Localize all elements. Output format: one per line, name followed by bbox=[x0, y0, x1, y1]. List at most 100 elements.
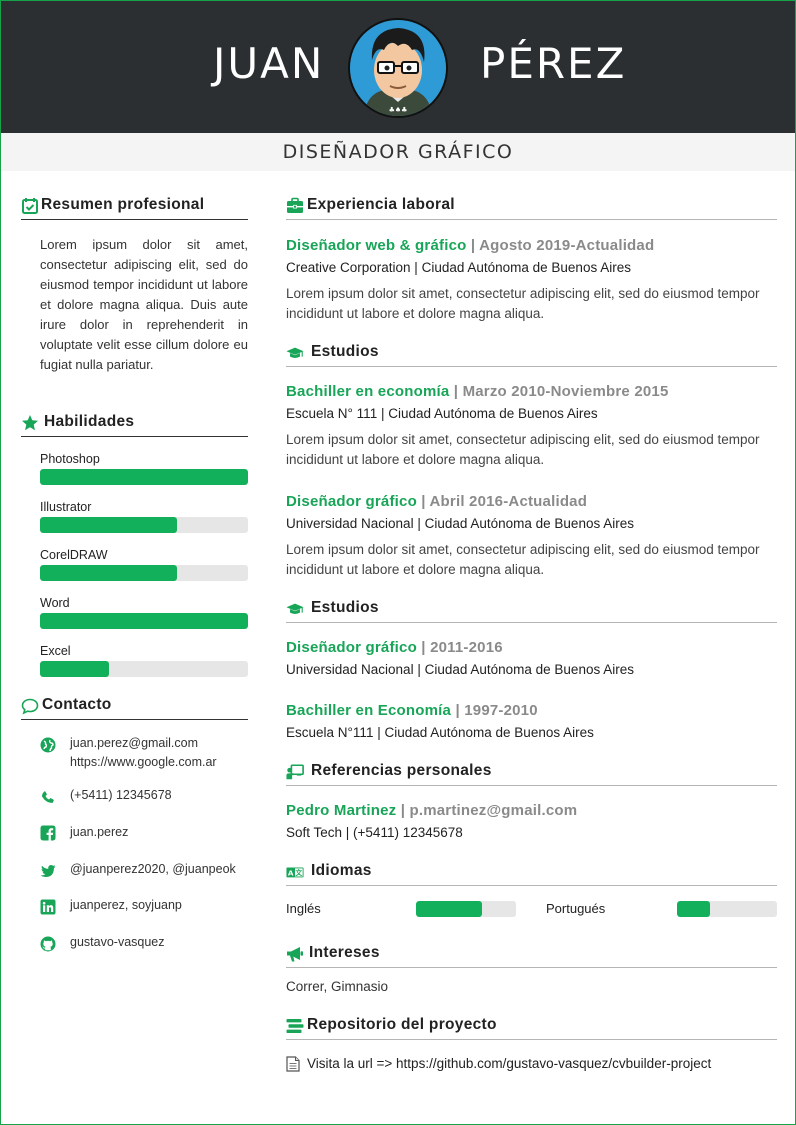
skill-bar-fill bbox=[40, 565, 178, 581]
avatar: ♣♠♣ bbox=[348, 18, 448, 118]
chalkboard-teacher-icon bbox=[286, 764, 304, 780]
entry-date: 2011-2016 bbox=[430, 639, 503, 656]
contact-facebook: juan.perez bbox=[40, 823, 260, 843]
entry-description: Lorem ipsum dolor sit amet, consectetur … bbox=[286, 286, 760, 321]
stream-icon bbox=[286, 1019, 304, 1033]
section-contact: Contacto bbox=[21, 696, 248, 720]
skill-bar bbox=[40, 517, 248, 533]
contact-linkedin-text[interactable]: juanperez, soyjuanp bbox=[70, 896, 182, 915]
job-title-bar: DISEÑADOR GRÁFICO bbox=[1, 133, 795, 171]
section-references: Referencias personales bbox=[286, 762, 777, 786]
section-summary: Resumen profesional bbox=[21, 196, 248, 220]
skill-name: Illustrator bbox=[40, 500, 92, 514]
section-studies: Estudios bbox=[286, 599, 777, 623]
language-icon: A 文 bbox=[286, 867, 304, 877]
svg-text:A: A bbox=[288, 868, 294, 877]
entry-role: Diseñador gráfico bbox=[286, 493, 417, 510]
language-bar-fill bbox=[416, 901, 482, 917]
calendar-check-icon bbox=[22, 198, 38, 214]
svg-text:♣♠♣: ♣♠♣ bbox=[389, 106, 408, 114]
entry-date: Agosto 2019-Actualidad bbox=[479, 237, 655, 254]
language-bar-fill bbox=[677, 901, 710, 917]
resume-page: JUAN ♣♠♣ PÉREZ DISEÑADOR GRÁFICO Resumen… bbox=[0, 0, 796, 1125]
contact-facebook-text[interactable]: juan.perez bbox=[70, 823, 128, 842]
skill-bar-fill bbox=[40, 517, 178, 533]
repository-link[interactable]: Visita la url => https://github.com/gust… bbox=[307, 1056, 711, 1071]
contact-twitter-text[interactable]: @juanperez2020, @juanpeok bbox=[70, 860, 236, 879]
language-name: Portugués bbox=[546, 901, 606, 916]
section-repository: Repositorio del proyecto bbox=[286, 1016, 777, 1040]
skill-name: Word bbox=[40, 596, 70, 610]
entry-role: Diseñador gráfico bbox=[286, 639, 417, 656]
summary-text: Lorem ipsum dolor sit amet, consectetur … bbox=[40, 237, 248, 372]
entry-date: Marzo 2010-Noviembre 2015 bbox=[462, 383, 669, 400]
contact-website[interactable]: https://www.google.com.ar bbox=[70, 753, 217, 772]
study-entry-title: Bachiller en Economía | 1997-2010 bbox=[286, 702, 538, 719]
skill-bar bbox=[40, 661, 248, 677]
skill-bar bbox=[40, 565, 248, 581]
contact-web: juan.perez@gmail.com https://www.google.… bbox=[40, 734, 260, 774]
job-title: DISEÑADOR GRÁFICO bbox=[282, 141, 514, 163]
entry-place: Universidad Nacional | Ciudad Autónoma d… bbox=[286, 662, 634, 677]
section-experience: Experiencia laboral bbox=[286, 196, 777, 220]
section-title: Intereses bbox=[309, 944, 380, 961]
skill-item: Word bbox=[40, 596, 248, 629]
contact-github-text[interactable]: gustavo-vasquez bbox=[70, 933, 165, 952]
contact-github: gustavo-vasquez bbox=[40, 933, 260, 953]
globe-icon bbox=[40, 737, 56, 753]
linkedin-icon bbox=[40, 899, 56, 915]
section-title: Idiomas bbox=[311, 862, 372, 879]
entry-place: Universidad Nacional | Ciudad Autónoma d… bbox=[286, 516, 634, 531]
resume-header: JUAN ♣♠♣ PÉREZ bbox=[1, 1, 795, 133]
bullhorn-icon bbox=[287, 947, 303, 962]
skill-item: CorelDRAW bbox=[40, 548, 248, 581]
first-name: JUAN bbox=[213, 39, 325, 88]
entry-description: Lorem ipsum dolor sit amet, consectetur … bbox=[286, 432, 760, 467]
entry-role: Bachiller en Economía bbox=[286, 702, 452, 719]
section-title: Contacto bbox=[42, 696, 112, 713]
skill-name: Excel bbox=[40, 644, 71, 658]
star-icon bbox=[22, 415, 38, 431]
skill-bar-fill bbox=[40, 469, 248, 485]
reference-email[interactable]: p.martinez@gmail.com bbox=[409, 802, 577, 819]
section-title: Repositorio del proyecto bbox=[307, 1016, 497, 1033]
twitter-icon bbox=[40, 865, 56, 877]
contact-email[interactable]: juan.perez@gmail.com bbox=[70, 734, 198, 753]
section-title: Habilidades bbox=[44, 413, 135, 430]
entry-description: Lorem ipsum dolor sit amet, consectetur … bbox=[286, 542, 760, 577]
experience-entry-title: Diseñador web & gráfico | Agosto 2019-Ac… bbox=[286, 237, 655, 254]
contact-phone-text: (+5411) 12345678 bbox=[70, 788, 172, 802]
facebook-icon bbox=[40, 825, 56, 841]
entry-role: Bachiller en economía bbox=[286, 383, 450, 400]
entry-date: 1997-2010 bbox=[464, 702, 538, 719]
graduation-cap-icon bbox=[286, 603, 304, 614]
reference-name: Pedro Martinez bbox=[286, 802, 397, 819]
comment-icon bbox=[21, 698, 39, 715]
section-skills: Habilidades bbox=[21, 413, 248, 437]
section-title: Referencias personales bbox=[311, 762, 492, 779]
section-studies: Estudios bbox=[286, 343, 777, 367]
contact-linkedin: juanperez, soyjuanp bbox=[40, 896, 260, 916]
interests-text: Correr, Gimnasio bbox=[286, 979, 389, 994]
skill-item: Photoshop bbox=[40, 452, 248, 485]
skill-item: Illustrator bbox=[40, 500, 248, 533]
section-title: Resumen profesional bbox=[41, 196, 205, 213]
entry-date: Abril 2016-Actualidad bbox=[429, 493, 588, 510]
skill-name: Photoshop bbox=[40, 452, 100, 466]
language-name: Inglés bbox=[286, 901, 321, 916]
entry-place: Escuela N° 111 | Ciudad Autónoma de Buen… bbox=[286, 406, 598, 421]
last-name: PÉREZ bbox=[480, 39, 627, 88]
skill-item: Excel bbox=[40, 644, 248, 677]
contact-phone: (+5411) 12345678 bbox=[40, 786, 260, 806]
entry-place: Escuela N°111 | Ciudad Autónoma de Bueno… bbox=[286, 725, 594, 740]
skill-name: CorelDRAW bbox=[40, 548, 108, 562]
section-title: Estudios bbox=[311, 599, 379, 616]
skill-bar bbox=[40, 469, 248, 485]
section-title: Experiencia laboral bbox=[307, 196, 455, 213]
document-icon bbox=[286, 1056, 300, 1072]
study-entry-title: Diseñador gráfico | Abril 2016-Actualida… bbox=[286, 493, 588, 510]
briefcase-icon bbox=[287, 197, 303, 213]
entry-place: Creative Corporation | Ciudad Autónoma d… bbox=[286, 260, 631, 275]
skill-bar bbox=[40, 613, 248, 629]
reference-entry-title: Pedro Martinez | p.martinez@gmail.com bbox=[286, 802, 578, 819]
